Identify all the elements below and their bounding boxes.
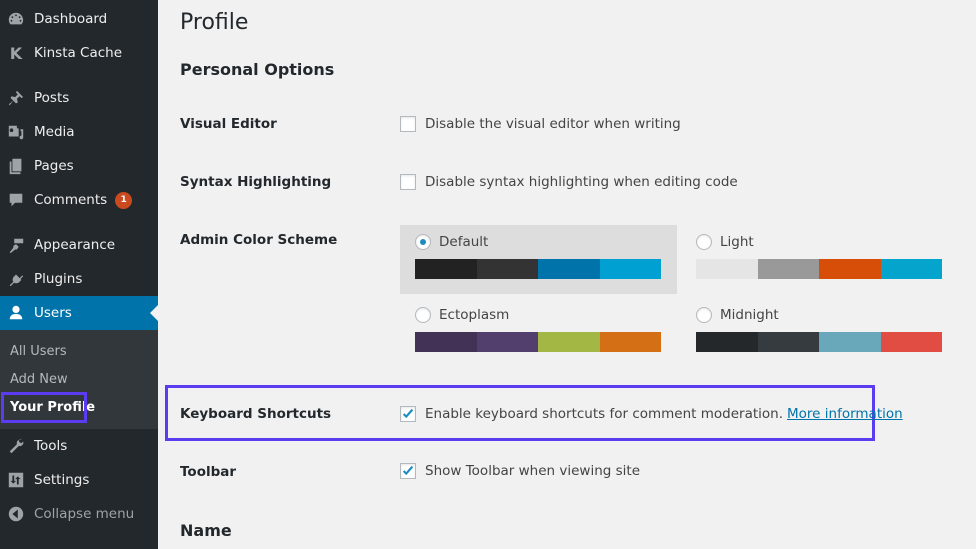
- color-swatches: [415, 332, 661, 352]
- swatch: [819, 259, 881, 279]
- color-scheme-name: Light: [720, 234, 754, 250]
- sidebar-item-label: Comments: [34, 192, 108, 208]
- sidebar-item-label: Collapse menu: [34, 506, 135, 522]
- swatch: [880, 332, 942, 352]
- toolbar-text: Show Toolbar when viewing site: [425, 463, 641, 479]
- swatch: [757, 259, 819, 279]
- sidebar-item-label: Users: [34, 305, 72, 321]
- toolbar-label: Toolbar: [180, 464, 237, 480]
- color-scheme-midnight[interactable]: Midnight: [681, 298, 958, 367]
- color-swatches: [696, 259, 942, 279]
- plugin-icon: [6, 269, 26, 289]
- admin-color-scheme-label: Admin Color Scheme: [180, 232, 338, 248]
- sidebar-item-label: Plugins: [34, 271, 83, 287]
- sidebar-item-pages[interactable]: Pages: [0, 149, 158, 183]
- keyboard-shortcuts-text: Enable keyboard shortcuts for comment mo…: [425, 406, 784, 422]
- settings-icon: [6, 470, 26, 490]
- sidebar-item-label: Appearance: [34, 237, 116, 253]
- sidebar-item-users[interactable]: Users: [0, 296, 158, 330]
- visual-editor-option: Disable the visual editor when writing: [400, 116, 681, 132]
- swatch: [415, 332, 477, 352]
- comment-icon: [6, 190, 26, 210]
- color-scheme-radio[interactable]: [415, 307, 431, 323]
- color-scheme-name: Midnight: [720, 307, 779, 323]
- syntax-highlighting-option: Disable syntax highlighting when editing…: [400, 174, 738, 190]
- submenu-item-all-users[interactable]: All Users: [10, 344, 67, 359]
- sidebar-item-label: Pages: [34, 158, 74, 174]
- swatch: [757, 332, 819, 352]
- color-swatches: [415, 259, 661, 279]
- sidebar-item-label: Tools: [34, 438, 68, 454]
- collapse-menu-button[interactable]: Collapse menu: [0, 497, 158, 531]
- checkmark-icon: [402, 465, 414, 476]
- sidebar-item-kinsta-cache[interactable]: K Kinsta Cache: [0, 36, 158, 70]
- swatch: [599, 332, 661, 352]
- pushpin-icon: [6, 88, 26, 108]
- color-scheme-default[interactable]: Default: [400, 225, 677, 294]
- section-title-name: Name: [180, 521, 232, 540]
- swatch: [819, 332, 881, 352]
- sidebar-item-label: Kinsta Cache: [34, 45, 123, 61]
- toolbar-checkbox[interactable]: [400, 463, 416, 479]
- submenu-item-add-new[interactable]: Add New: [10, 372, 68, 387]
- swatch: [599, 259, 661, 279]
- swatch: [476, 332, 538, 352]
- swatch: [696, 259, 758, 279]
- sidebar-item-comments[interactable]: Comments 1: [0, 183, 158, 217]
- swatch: [696, 332, 758, 352]
- syntax-highlighting-checkbox[interactable]: [400, 174, 416, 190]
- sidebar-item-settings[interactable]: Settings: [0, 463, 158, 497]
- swatch: [880, 259, 942, 279]
- your-profile-highlight: [1, 392, 87, 423]
- dashboard-icon: [6, 9, 26, 29]
- section-title-personal-options: Personal Options: [180, 60, 335, 79]
- toolbar-option: Show Toolbar when viewing site: [400, 463, 640, 479]
- visual-editor-label: Visual Editor: [180, 116, 277, 132]
- visual-editor-text: Disable the visual editor when writing: [425, 116, 681, 132]
- syntax-highlighting-text: Disable syntax highlighting when editing…: [425, 174, 738, 190]
- keyboard-shortcuts-checkbox[interactable]: [400, 406, 416, 422]
- color-swatches: [696, 332, 942, 352]
- collapse-icon: [6, 504, 26, 524]
- page-title: Profile: [180, 10, 249, 35]
- color-scheme-radio[interactable]: [415, 234, 431, 250]
- user-icon: [6, 303, 26, 323]
- sidebar-item-label: Dashboard: [34, 11, 108, 27]
- sidebar-item-label: Posts: [34, 90, 70, 106]
- sidebar-item-label: Media: [34, 124, 75, 140]
- color-scheme-light[interactable]: Light: [681, 225, 958, 294]
- checkmark-icon: [402, 408, 414, 419]
- admin-sidebar: Dashboard K Kinsta Cache Posts Media Pag…: [0, 0, 158, 549]
- sidebar-item-label: Settings: [34, 472, 90, 488]
- kinsta-icon: K: [9, 43, 23, 63]
- color-scheme-name: Default: [439, 234, 489, 250]
- swatch: [476, 259, 538, 279]
- swatch: [415, 259, 477, 279]
- sidebar-item-appearance[interactable]: Appearance: [0, 228, 158, 262]
- sidebar-item-posts[interactable]: Posts: [0, 81, 158, 115]
- sidebar-item-tools[interactable]: Tools: [0, 429, 158, 463]
- wrench-icon: [6, 436, 26, 456]
- swatch: [538, 332, 600, 352]
- keyboard-shortcuts-option: Enable keyboard shortcuts for comment mo…: [400, 406, 903, 422]
- sidebar-item-plugins[interactable]: Plugins: [0, 262, 158, 296]
- sidebar-item-media[interactable]: Media: [0, 115, 158, 149]
- syntax-highlighting-label: Syntax Highlighting: [180, 174, 332, 190]
- sidebar-item-dashboard[interactable]: Dashboard: [0, 2, 158, 36]
- keyboard-shortcuts-label: Keyboard Shortcuts: [180, 406, 332, 422]
- swatch: [538, 259, 600, 279]
- more-information-link[interactable]: More information: [787, 406, 903, 422]
- color-scheme-radio[interactable]: [696, 234, 712, 250]
- media-icon: [6, 122, 26, 142]
- color-scheme-name: Ectoplasm: [439, 307, 510, 323]
- comment-count-badge: 1: [115, 191, 133, 209]
- paintbrush-icon: [6, 235, 26, 255]
- color-scheme-radio[interactable]: [696, 307, 712, 323]
- pages-icon: [6, 156, 26, 176]
- color-scheme-ectoplasm[interactable]: Ectoplasm: [400, 298, 677, 367]
- visual-editor-checkbox[interactable]: [400, 116, 416, 132]
